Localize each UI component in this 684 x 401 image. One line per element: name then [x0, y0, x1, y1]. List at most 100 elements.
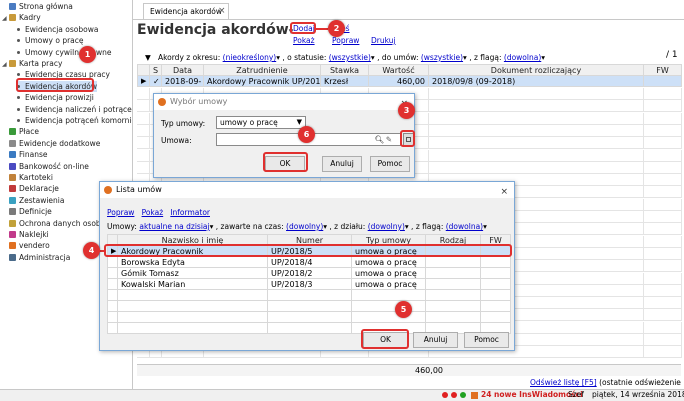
empty-cell: [267, 311, 352, 323]
sidebar-item-deklaracje[interactable]: Deklaracje: [2, 183, 59, 194]
edit-icon[interactable]: ✎: [386, 134, 392, 145]
sidebar-item-kartoteki[interactable]: Kartoteki: [2, 172, 53, 183]
sidebar-item-naklejki[interactable]: Naklejki: [2, 229, 49, 240]
dept-filter[interactable]: (dowolny): [368, 222, 405, 231]
table-row[interactable]: Kowalski Marian UP/2018/3 umowa o pracę: [107, 278, 511, 290]
table-row[interactable]: ▶ ✓ 2018-09- Akordowy Pracownik UP/2018/…: [137, 75, 682, 87]
header-s[interactable]: S: [149, 64, 162, 76]
help-button[interactable]: Pomoc: [464, 332, 509, 348]
sidebar-subitem[interactable]: Ewidencja osobowa: [17, 24, 98, 35]
folder-icon: [9, 14, 16, 22]
sidebar-item-kadry[interactable]: ◢ Kadry: [2, 12, 41, 23]
header-marker: [137, 64, 150, 76]
close-icon[interactable]: ×: [500, 184, 508, 200]
table-row[interactable]: Borowska Edyta UP/2018/4 umowa o pracę: [107, 256, 511, 268]
tab-ewidencja-akordow[interactable]: Ewidencja akordów ×: [143, 3, 229, 19]
sidebar-item-label: Umowy cywilnoprawne: [25, 47, 112, 57]
header-dokument[interactable]: Dokument rozliczający: [428, 64, 644, 76]
empty-cell: [351, 311, 426, 323]
sidebar-item-label: Ewidencja osobowa: [25, 24, 99, 34]
row-marker-icon: [107, 256, 118, 268]
sidebar-item-ewidencje-dodatkowe[interactable]: Ewidencje dodatkowe: [2, 138, 100, 149]
sidebar-item-definicje[interactable]: Definicje: [2, 206, 52, 217]
header-stawka[interactable]: Stawka: [320, 64, 369, 76]
highlight-dialog-ok: [263, 152, 308, 172]
refresh-link[interactable]: Odśwież listę [F5]: [530, 378, 597, 387]
table-row[interactable]: Gómik Tomasz UP/2018/2 umowa o pracę: [107, 267, 511, 279]
empty-cell: [425, 311, 481, 323]
empty-cell: [117, 311, 268, 323]
correct-link[interactable]: Popraw: [107, 208, 134, 217]
sidebar-item-p-ace[interactable]: Płace: [2, 126, 39, 137]
sidebar-subitem[interactable]: Umowy cywilnoprawne: [17, 47, 112, 58]
table-header: S Data Zatrudnienie Stawka Wartość Dokum…: [137, 64, 682, 76]
period-filter[interactable]: (nieokreślony): [223, 53, 277, 62]
header-data[interactable]: Data: [161, 64, 204, 76]
empty-cell: [425, 300, 481, 312]
expand-icon[interactable]: ◢: [2, 59, 9, 70]
declaration-icon: [9, 185, 16, 193]
row-document: 2018/09/8 (09-2018): [428, 75, 644, 87]
contract-filter[interactable]: (wszystkie): [421, 53, 463, 62]
sidebar-item-karta-pracy[interactable]: ◢ Karta pracy: [2, 58, 62, 69]
step-badge-1: 1: [79, 46, 96, 63]
bullet-icon: [17, 50, 20, 54]
show-link[interactable]: Pokaż: [293, 36, 315, 45]
help-button[interactable]: Pomoc: [370, 156, 410, 172]
header-zatrudnienie[interactable]: Zatrudnienie: [203, 64, 321, 76]
row-kind: [425, 256, 481, 268]
contract-type-select[interactable]: umowy o pracę ▼: [216, 116, 306, 129]
cancel-button[interactable]: Anuluj: [413, 332, 458, 348]
tab-strip-border: [133, 19, 684, 20]
app-logo-icon: [104, 186, 112, 194]
sidebar-item-label: Ewidencja naliczeń i potrąceń: [25, 104, 133, 114]
sidebar-item-label: Karta pracy: [19, 59, 63, 68]
status-dot-icon: [451, 392, 457, 398]
sidebar-item-strona-g-wna[interactable]: Strona główna: [2, 1, 73, 12]
flag-filter[interactable]: (dowolna): [504, 53, 541, 62]
sidebar-item-zestawienia[interactable]: Zestawienia: [2, 195, 64, 206]
row-type: umowa o pracę: [351, 267, 426, 279]
row-marker-icon: [107, 267, 118, 279]
page-title: Ewidencja akordów▾: [137, 22, 294, 38]
expand-icon[interactable]: ◢: [2, 13, 9, 24]
row-name: Borowska Edyta: [117, 256, 268, 268]
print-link[interactable]: Drukuj: [371, 36, 396, 45]
row-marker-icon: [107, 278, 118, 290]
sidebar-item-vendero[interactable]: vendero: [2, 240, 50, 251]
filter-arrow-icon[interactable]: ▼: [145, 53, 151, 62]
report-icon: [9, 196, 16, 204]
current-user: Szef: [568, 390, 584, 399]
sidebar-subitem[interactable]: Ewidencja prowizji: [17, 92, 94, 103]
contract-type-value: umowy o pracę: [220, 118, 278, 127]
highlight-list-picker: [400, 130, 415, 147]
concluded-filter[interactable]: (dowolny): [286, 222, 323, 231]
header-fw[interactable]: FW: [643, 64, 682, 76]
sidebar-subitem[interactable]: Umowy o pracę: [17, 35, 84, 46]
contract-label: Umowa:: [161, 136, 192, 145]
status-filter[interactable]: (wszystkie): [329, 53, 371, 62]
definitions-icon: [9, 208, 16, 216]
search-icon[interactable]: 🔍︎: [374, 134, 384, 145]
cancel-button[interactable]: Anuluj: [322, 156, 362, 172]
empty-cell: [267, 300, 352, 312]
sidebar-item-finanse[interactable]: Finanse: [2, 149, 47, 160]
sidebar-item-administracja[interactable]: Administracja: [2, 252, 70, 263]
flag-filter[interactable]: (dowolna): [446, 222, 483, 231]
informator-link[interactable]: Informator: [170, 208, 210, 217]
row-status: ✓: [149, 75, 162, 87]
finance-icon: [9, 151, 16, 159]
correct-link[interactable]: Popraw: [332, 36, 359, 45]
tab-close-icon[interactable]: ×: [218, 4, 226, 19]
sidebar-item-label: vendero: [19, 241, 50, 251]
sidebar-item-bankowo-on-line[interactable]: Bankowość on-line: [2, 161, 89, 172]
empty-cell: [267, 289, 352, 301]
sidebar-item-label: Ewidencja potrąceń komorniczych: [25, 116, 132, 125]
sidebar-subitem[interactable]: Ewidencja naliczeń i potrąceń: [17, 104, 133, 115]
show-link[interactable]: Pokaż: [142, 208, 164, 217]
header-wartosc[interactable]: Wartość: [368, 64, 429, 76]
contracts-filter[interactable]: aktualne na dzisiaj: [139, 222, 209, 231]
row-value: 460,00: [368, 75, 429, 87]
sidebar-subitem[interactable]: Ewidencja potrąceń komorniczych: [17, 115, 132, 126]
highlight-list-ok: [361, 329, 409, 349]
